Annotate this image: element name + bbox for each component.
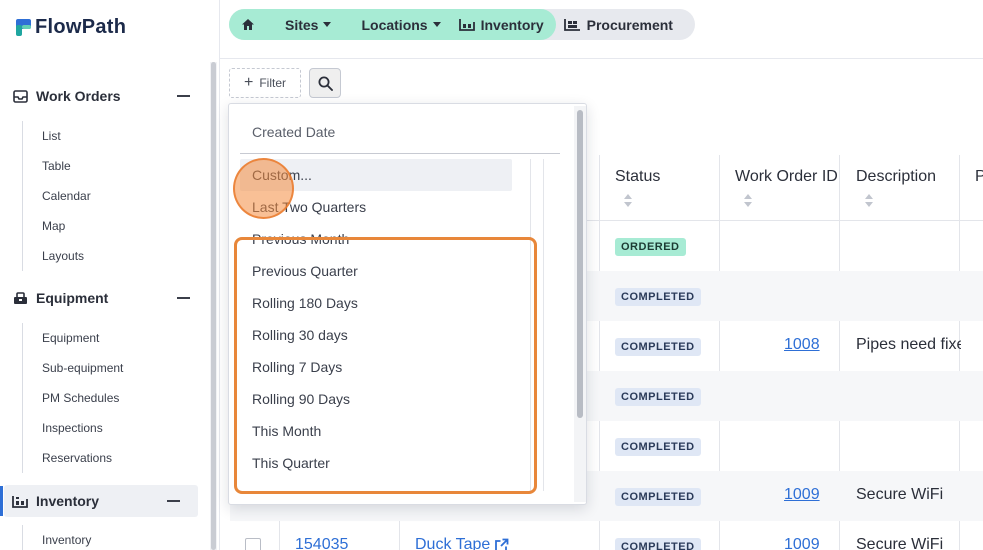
collapse-icon[interactable] bbox=[177, 297, 190, 299]
option-this-quarter[interactable]: This Quarter bbox=[240, 447, 543, 479]
status-badge: COMPLETED bbox=[615, 338, 701, 356]
equipment-submenu: Equipment Sub-equipment PM Schedules Ins… bbox=[22, 323, 123, 473]
plus-icon: + bbox=[243, 74, 254, 91]
option-rolling-7-days[interactable]: Rolling 7 Days bbox=[240, 351, 543, 383]
app-name: FlowPath bbox=[35, 16, 127, 38]
warehouse-icon bbox=[12, 494, 28, 508]
sort-icon[interactable] bbox=[864, 194, 874, 208]
status-badge: COMPLETED bbox=[615, 488, 701, 506]
sort-icon[interactable] bbox=[743, 194, 753, 208]
chevron-down-icon bbox=[432, 22, 441, 27]
option-previous-month[interactable]: Previous Month bbox=[240, 223, 543, 255]
header-divider bbox=[220, 58, 983, 59]
sidebar-item-map[interactable]: Map bbox=[23, 211, 91, 241]
app-window: FlowPath Work Orders List Table Calendar… bbox=[0, 0, 983, 550]
chevron-down-icon bbox=[323, 22, 332, 27]
sidebar-item-list[interactable]: List bbox=[23, 121, 91, 151]
column-header-description[interactable]: Description bbox=[856, 168, 936, 186]
work-order-link[interactable]: 1008 bbox=[784, 336, 820, 354]
option-rolling-90-days[interactable]: Rolling 90 Days bbox=[240, 383, 543, 415]
sidebar-item-pm-schedules[interactable]: PM Schedules bbox=[23, 383, 123, 413]
inbox-icon bbox=[12, 89, 28, 103]
status-badge: COMPLETED bbox=[615, 288, 701, 306]
filter-field-label[interactable]: Created Date bbox=[252, 124, 335, 140]
sort-icon[interactable] bbox=[623, 194, 633, 208]
sidebar-section-work-orders[interactable]: Work Orders bbox=[0, 80, 208, 112]
collapse-icon[interactable] bbox=[167, 500, 180, 502]
sidebar: FlowPath Work Orders List Table Calendar… bbox=[0, 0, 220, 550]
flowpath-logo-icon bbox=[16, 19, 31, 36]
field-underline bbox=[240, 153, 560, 154]
item-name: Duck Tape bbox=[415, 536, 491, 550]
option-this-month[interactable]: This Month bbox=[240, 415, 543, 447]
sidebar-item-sub-equipment[interactable]: Sub-equipment bbox=[23, 353, 123, 383]
date-range-options: Custom... Last Two Quarters Previous Mon… bbox=[240, 159, 543, 491]
procurement-icon bbox=[563, 18, 581, 31]
breadcrumb-sites[interactable]: Sites bbox=[267, 9, 344, 40]
breadcrumb-procurement[interactable]: Procurement bbox=[560, 9, 685, 40]
status-badge: COMPLETED bbox=[615, 538, 701, 550]
row-description: Pipes need fixe bbox=[856, 336, 961, 353]
breadcrumb: Sites Locations Inventory Procurement bbox=[229, 9, 695, 40]
sidebar-item-calendar[interactable]: Calendar bbox=[23, 181, 91, 211]
options-scrollbar[interactable] bbox=[530, 159, 544, 491]
option-previous-quarter[interactable]: Previous Quarter bbox=[240, 255, 543, 287]
status-badge: COMPLETED bbox=[615, 438, 701, 456]
sidebar-item-equipment[interactable]: Equipment bbox=[23, 323, 123, 353]
section-label: Equipment bbox=[36, 290, 109, 306]
sidebar-scrollbar[interactable] bbox=[210, 62, 217, 550]
breadcrumb-locations[interactable]: Locations bbox=[343, 9, 453, 40]
section-label: Work Orders bbox=[36, 88, 121, 104]
breadcrumb-home[interactable] bbox=[229, 9, 267, 40]
row-id-link[interactable]: 154035 bbox=[295, 536, 348, 550]
inventory-submenu: Inventory bbox=[22, 525, 91, 550]
home-icon bbox=[241, 18, 255, 31]
row-description: Secure WiFi bbox=[856, 486, 944, 503]
dropdown-scrollbar[interactable] bbox=[574, 106, 586, 502]
option-last-two-quarters[interactable]: Last Two Quarters bbox=[240, 191, 543, 223]
sidebar-item-inventory[interactable]: Inventory bbox=[23, 525, 91, 550]
scrollbar-thumb[interactable] bbox=[577, 110, 583, 418]
add-filter-button[interactable]: + Filter bbox=[229, 68, 301, 98]
breadcrumb-label: Sites bbox=[285, 16, 319, 33]
sidebar-item-table[interactable]: Table bbox=[23, 151, 91, 181]
column-header-work-order-id[interactable]: Work Order ID bbox=[735, 168, 838, 186]
column-header-status[interactable]: Status bbox=[615, 168, 660, 186]
column-header-truncated[interactable]: P bbox=[975, 168, 983, 186]
row-checkbox[interactable] bbox=[245, 538, 261, 550]
breadcrumb-label: Inventory bbox=[480, 16, 544, 33]
sidebar-section-equipment[interactable]: Equipment bbox=[0, 282, 208, 314]
collapse-icon[interactable] bbox=[177, 95, 190, 97]
filter-dropdown: Created Date Custom... Last Two Quarters… bbox=[228, 103, 587, 505]
sidebar-item-layouts[interactable]: Layouts bbox=[23, 241, 91, 271]
breadcrumb-inventory[interactable]: Inventory bbox=[452, 9, 556, 40]
section-label: Inventory bbox=[36, 493, 100, 509]
sidebar-item-inspections[interactable]: Inspections bbox=[23, 413, 123, 443]
status-badge: ORDERED bbox=[615, 238, 686, 256]
equipment-icon bbox=[12, 291, 28, 305]
breadcrumb-label: Locations bbox=[361, 16, 428, 33]
work-orders-submenu: List Table Calendar Map Layouts bbox=[22, 121, 91, 271]
breadcrumb-label: Procurement bbox=[586, 16, 673, 33]
active-indicator bbox=[0, 486, 3, 516]
warehouse-icon bbox=[458, 18, 475, 31]
filter-label: Filter bbox=[259, 76, 286, 90]
external-link-icon bbox=[494, 538, 509, 550]
item-link[interactable]: Duck Tape bbox=[415, 536, 509, 550]
row-description: Secure WiFi bbox=[856, 536, 944, 550]
option-rolling-180-days[interactable]: Rolling 180 Days bbox=[240, 287, 543, 319]
search-button[interactable] bbox=[309, 68, 341, 98]
work-order-link[interactable]: 1009 bbox=[784, 486, 820, 504]
sidebar-item-reservations[interactable]: Reservations bbox=[23, 443, 123, 473]
app-logo[interactable]: FlowPath bbox=[16, 16, 126, 39]
status-badge: COMPLETED bbox=[615, 388, 701, 406]
search-icon bbox=[318, 76, 333, 91]
sidebar-section-inventory[interactable]: Inventory bbox=[4, 485, 198, 517]
option-custom[interactable]: Custom... bbox=[240, 159, 512, 191]
scrollbar-thumb[interactable] bbox=[211, 62, 216, 550]
work-order-link[interactable]: 1009 bbox=[784, 536, 820, 550]
option-rolling-30-days[interactable]: Rolling 30 days bbox=[240, 319, 543, 351]
